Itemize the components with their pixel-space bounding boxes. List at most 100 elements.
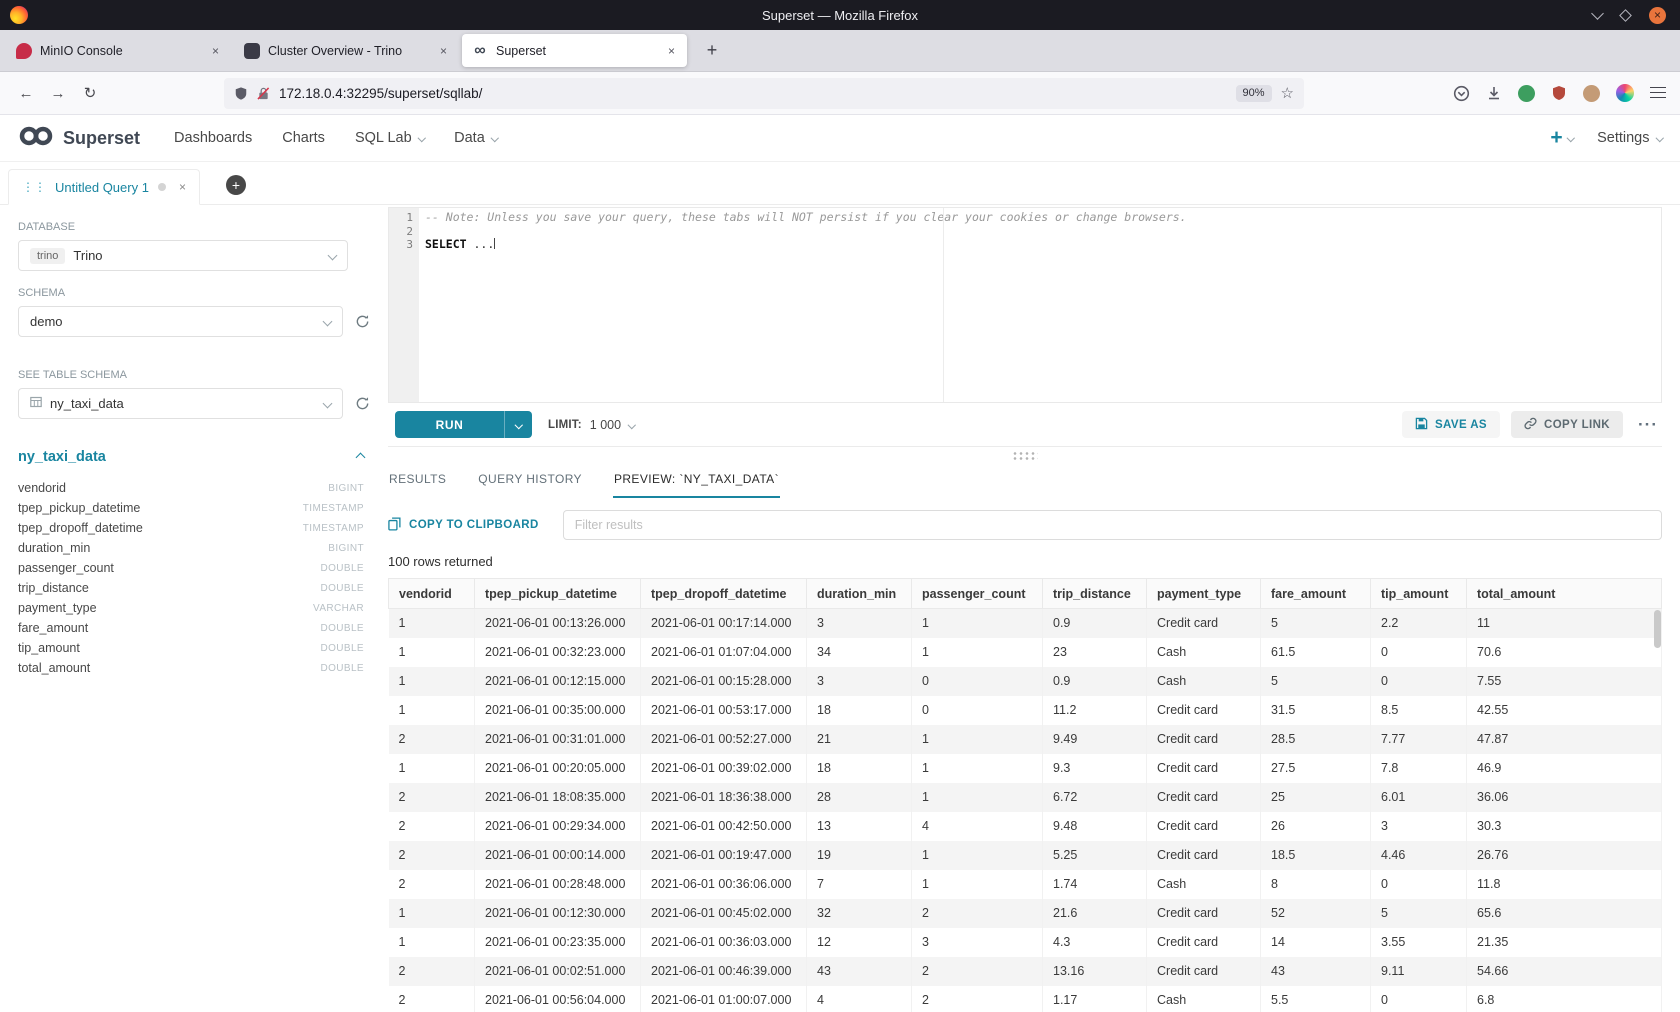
query-tab[interactable]: Untitled Query 1 <box>8 169 200 205</box>
tab-title: Superset <box>496 44 658 58</box>
url-text[interactable]: 172.18.0.4:32295/superset/sqllab/ <box>279 86 482 101</box>
schema-select[interactable]: demo <box>18 306 343 337</box>
table-cell: 1 <box>389 609 475 638</box>
table-cell: 3 <box>912 928 1043 957</box>
copy-to-clipboard-button[interactable]: COPY TO CLIPBOARD <box>388 517 539 534</box>
column-name: tip_amount <box>18 641 80 655</box>
pane-resize-handle[interactable] <box>1012 451 1038 460</box>
bookmark-star-icon[interactable] <box>1281 86 1294 101</box>
refresh-tables-icon[interactable] <box>355 396 370 411</box>
extension-green-icon[interactable] <box>1518 85 1535 102</box>
column-header[interactable]: tip_amount <box>1371 579 1467 609</box>
column-header[interactable]: fare_amount <box>1261 579 1371 609</box>
window-minimize-icon[interactable] <box>1591 7 1604 20</box>
limit-dropdown[interactable]: LIMIT: 1 000 <box>548 418 635 432</box>
firefox-icon <box>10 6 28 24</box>
window-title: Superset — Mozilla Firefox <box>762 8 918 23</box>
tab-close-icon[interactable]: × <box>438 44 449 58</box>
tab-close-icon[interactable]: × <box>666 44 677 58</box>
menu-button[interactable] <box>1650 87 1666 100</box>
schema-column-row: trip_distanceDOUBLE <box>18 578 370 598</box>
new-tab-button[interactable] <box>698 37 726 65</box>
database-type-badge: trino <box>30 248 65 264</box>
results-tab[interactable]: QUERY HISTORY <box>477 462 583 498</box>
nav-item-dashboards[interactable]: Dashboards <box>174 130 252 146</box>
table-cell: 65.6 <box>1467 899 1662 928</box>
superset-brand[interactable]: Superset <box>18 125 140 152</box>
drag-handle-icon[interactable] <box>22 179 46 195</box>
results-tab[interactable]: RESULTS <box>388 462 447 498</box>
table-name[interactable]: ny_taxi_data <box>18 449 106 465</box>
table-cell: 18.5 <box>1261 841 1371 870</box>
new-item-button[interactable] <box>1550 127 1573 149</box>
reload-button[interactable] <box>74 78 106 108</box>
table-cell: 31.5 <box>1261 696 1371 725</box>
column-header[interactable]: payment_type <box>1147 579 1261 609</box>
editor-code[interactable]: -- Note: Unless you save your query, the… <box>419 208 1661 402</box>
downloads-icon[interactable] <box>1486 85 1502 101</box>
more-options-button[interactable] <box>1634 415 1662 435</box>
browser-tab[interactable]: Cluster Overview - Trino× <box>234 34 459 67</box>
settings-menu[interactable]: Settings <box>1597 130 1662 146</box>
editor-gutter: 123 <box>389 208 419 402</box>
browser-tab[interactable]: MinIO Console× <box>6 34 231 67</box>
tab-close-icon[interactable]: × <box>210 44 221 58</box>
nav-item-charts[interactable]: Charts <box>282 130 325 146</box>
column-header[interactable]: tpep_pickup_datetime <box>475 579 641 609</box>
column-header[interactable]: vendorid <box>389 579 475 609</box>
chevron-down-icon <box>328 251 338 261</box>
table-select-value: ny_taxi_data <box>50 396 124 411</box>
window-maximize-icon[interactable] <box>1619 9 1632 22</box>
column-type: DOUBLE <box>320 623 364 634</box>
table-cell: Credit card <box>1147 841 1261 870</box>
table-select[interactable]: ny_taxi_data <box>18 388 343 419</box>
table-cell: 6.8 <box>1467 986 1662 1012</box>
add-query-tab-button[interactable] <box>226 175 246 195</box>
extension-avatar-icon[interactable] <box>1583 85 1600 102</box>
table-cell: 5 <box>1371 899 1467 928</box>
query-tab-close-icon[interactable] <box>179 180 186 194</box>
table-cell: 11 <box>1467 609 1662 638</box>
database-select-value: Trino <box>73 248 102 263</box>
results-tabs: RESULTS QUERY HISTORY PREVIEW: `NY_TAXI_DA… <box>388 462 1662 498</box>
copy-link-button[interactable]: COPY LINK <box>1511 411 1623 438</box>
ublock-shield-icon[interactable] <box>1551 85 1567 101</box>
back-button[interactable] <box>10 78 42 108</box>
table-cell: 2021-06-01 00:19:47.000 <box>641 841 807 870</box>
zoom-level-badge[interactable]: 90% <box>1236 85 1272 102</box>
table-row: 12021-06-01 00:13:26.0002021-06-01 00:17… <box>389 609 1662 638</box>
results-tab[interactable]: PREVIEW: `NY_TAXI_DATA` <box>613 462 780 498</box>
insecure-lock-icon[interactable] <box>257 86 270 101</box>
chevron-down-icon <box>628 421 636 429</box>
table-cell: 46.9 <box>1467 754 1662 783</box>
browser-tab[interactable]: Superset × <box>462 34 687 67</box>
nav-item-sql-lab[interactable]: SQL Lab <box>355 130 424 146</box>
firefox-window: Superset — Mozilla Firefox MinIO Console… <box>0 0 1680 1012</box>
forward-button[interactable] <box>42 78 74 108</box>
save-as-button[interactable]: SAVE AS <box>1402 411 1500 438</box>
save-icon <box>1415 417 1428 433</box>
column-header[interactable]: passenger_count <box>912 579 1043 609</box>
collapse-table-button[interactable] <box>357 454 364 461</box>
column-header[interactable]: duration_min <box>807 579 912 609</box>
pocket-icon[interactable] <box>1453 85 1470 102</box>
window-close-icon[interactable] <box>1649 7 1666 24</box>
column-header[interactable]: tpep_dropoff_datetime <box>641 579 807 609</box>
filter-results-input[interactable] <box>563 510 1662 540</box>
extension-pinwheel-icon[interactable] <box>1616 84 1634 102</box>
chevron-down-icon <box>1655 134 1663 142</box>
run-options-caret[interactable] <box>505 422 532 428</box>
column-header[interactable]: trip_distance <box>1043 579 1147 609</box>
table-scrollbar-thumb[interactable] <box>1654 610 1661 648</box>
schema-column-row: tpep_pickup_datetimeTIMESTAMP <box>18 498 370 518</box>
database-select[interactable]: trino Trino <box>18 240 348 271</box>
nav-item-data[interactable]: Data <box>454 130 497 146</box>
column-type: DOUBLE <box>320 643 364 654</box>
run-button[interactable]: RUN <box>395 411 532 438</box>
table-cell: 2021-06-01 00:31:01.000 <box>475 725 641 754</box>
refresh-schemas-icon[interactable] <box>355 314 370 329</box>
shield-icon[interactable] <box>234 86 248 101</box>
column-header[interactable]: total_amount <box>1467 579 1662 609</box>
table-cell: 2021-06-01 00:23:35.000 <box>475 928 641 957</box>
url-bar[interactable]: 172.18.0.4:32295/superset/sqllab/ 90% <box>224 78 1304 109</box>
